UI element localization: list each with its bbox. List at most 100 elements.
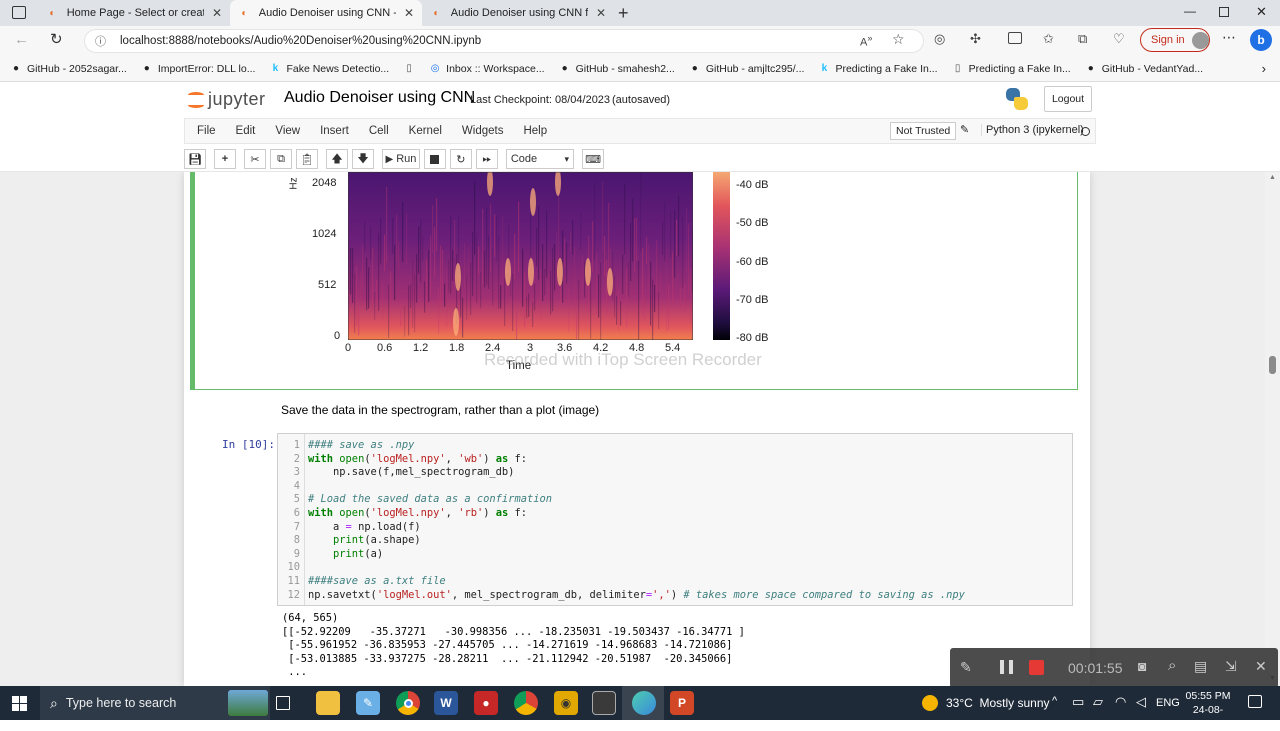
pause-icon[interactable]	[1000, 660, 1013, 674]
minimize-recorder-icon[interactable]: ⇲	[1225, 658, 1237, 675]
stop-record-icon[interactable]	[1029, 660, 1044, 675]
notebook-area: Hz 2048 1024 512 0 0 0.6 1.2 1.8 2.4 3 3…	[0, 172, 1265, 686]
volume-icon[interactable]: ◁	[1136, 694, 1146, 710]
new-tab-icon[interactable]: +	[618, 3, 629, 24]
browser-tab-home[interactable]: ◐ Home Page - Select or create a n ✕	[38, 0, 230, 26]
screenshot-icon[interactable]: ◙	[1138, 658, 1146, 674]
bookmark-item[interactable]: ▯	[403, 63, 415, 75]
keyboard-icon[interactable]: ⌨	[582, 149, 604, 169]
menu-cell[interactable]: Cell	[359, 125, 399, 137]
sign-in-button[interactable]: Sign in	[1140, 28, 1210, 52]
recorder-app-icon[interactable]: ●	[474, 691, 498, 715]
bookmark-item[interactable]: ● GitHub - VedantYad...	[1085, 63, 1203, 75]
word-icon[interactable]: W	[434, 691, 458, 715]
clock[interactable]: 05:55 PM 24-08-2023	[1182, 689, 1234, 731]
url-bar[interactable]: ⓘ localhost:8888/notebooks/Audio%20Denoi…	[84, 29, 924, 53]
back-icon[interactable]: ←	[14, 31, 29, 48]
move-up-icon[interactable]: 🡅	[326, 149, 348, 169]
weather-text[interactable]: 33°C Mostly sunny	[946, 696, 1050, 710]
terminal-icon[interactable]	[592, 691, 616, 715]
favorites-icon[interactable]: ✩	[1043, 31, 1054, 47]
page-scrollbar[interactable]: ▲ ▼	[1265, 172, 1280, 686]
menu-bar: File Edit View Insert Cell Kernel Widget…	[184, 118, 1096, 144]
output-line: [-53.013885 -33.937275 -28.28211 ... -21…	[282, 652, 733, 665]
close-recorder-icon[interactable]: ✕	[1255, 658, 1267, 675]
cut-icon[interactable]: ✂	[244, 149, 266, 169]
menu-help[interactable]: Help	[513, 125, 557, 137]
close-icon[interactable]: ✕	[404, 6, 414, 20]
cell-type-select[interactable]: Code ▾	[505, 149, 574, 169]
more-icon[interactable]: ⋯	[1222, 29, 1236, 46]
favorite-icon[interactable]: ☆	[892, 31, 905, 48]
bookmarks-more-icon[interactable]: ›	[1262, 61, 1266, 76]
collections-icon[interactable]: ⧉	[1078, 31, 1087, 47]
chrome-icon[interactable]	[396, 691, 420, 715]
notification-icon[interactable]	[1248, 695, 1262, 708]
battery-icon[interactable]: ▱	[1093, 694, 1103, 710]
add-cell-icon[interactable]: +	[214, 149, 236, 169]
language-indicator[interactable]: ENG	[1156, 697, 1180, 709]
close-icon[interactable]: ✕	[596, 6, 606, 20]
tab-actions-icon[interactable]	[12, 6, 26, 19]
run-button[interactable]: ▶ Run	[382, 149, 420, 169]
paste-icon[interactable]: 📋︎	[296, 149, 318, 169]
browser-tab-notebook[interactable]: ◐ Audio Denoiser using CNN - Jup ✕	[230, 0, 422, 26]
bookmark-item[interactable]: ▯ Predicting a Fake In...	[952, 63, 1071, 75]
extension-icon[interactable]: ◎	[934, 31, 945, 47]
restart-icon[interactable]: ↻	[449, 149, 472, 169]
notebook-title[interactable]: Audio Denoiser using CNN	[284, 89, 475, 107]
app-icon[interactable]: ◉	[554, 691, 578, 715]
bookmark-item[interactable]: ● ImportError: DLL lo...	[141, 63, 256, 75]
notepad-icon[interactable]: ✎	[356, 691, 380, 715]
bookmark-item[interactable]: k Predicting a Fake In...	[818, 63, 938, 75]
bookmark-item[interactable]: ● GitHub - amjltc295/...	[689, 63, 805, 75]
read-aloud-icon[interactable]: A»	[860, 33, 872, 49]
powerpoint-icon[interactable]: P	[670, 691, 694, 715]
logout-button[interactable]: Logout	[1044, 86, 1092, 112]
window-close-icon[interactable]: ✕	[1256, 4, 1267, 20]
menu-kernel[interactable]: Kernel	[399, 125, 452, 137]
browser-tab-final[interactable]: ◐ Audio Denoiser using CNN final ✕	[422, 0, 614, 26]
code-line: 3 np.save(f,mel_spectrogram_db)	[278, 466, 515, 480]
bing-icon[interactable]: b	[1250, 29, 1272, 51]
task-view-icon[interactable]	[276, 696, 290, 710]
close-icon[interactable]: ✕	[212, 6, 222, 20]
landscape-search-icon	[228, 690, 268, 716]
bookmark-item[interactable]: ● GitHub - smahesh2...	[559, 63, 675, 75]
scrollbar-thumb[interactable]	[1269, 356, 1276, 374]
bookmark-item[interactable]: ◎ Inbox :: Workspace...	[429, 63, 545, 75]
performance-icon[interactable]: ♡	[1113, 31, 1125, 47]
move-down-icon[interactable]: 🡇	[352, 149, 374, 169]
bookmark-item[interactable]: ● GitHub - 2052sagar...	[10, 63, 127, 75]
menu-edit[interactable]: Edit	[226, 125, 266, 137]
stop-icon[interactable]	[423, 149, 446, 169]
save-icon[interactable]: 💾︎	[184, 149, 206, 169]
jupyter-logo[interactable]: jupyter	[188, 88, 266, 110]
puzzle-icon[interactable]: ✣	[970, 31, 981, 47]
scroll-up-icon[interactable]: ▲	[1269, 174, 1276, 181]
menu-view[interactable]: View	[265, 125, 310, 137]
split-screen-icon[interactable]	[1008, 32, 1022, 44]
menu-widgets[interactable]: Widgets	[452, 125, 514, 137]
menu-file[interactable]: File	[187, 125, 226, 137]
refresh-icon[interactable]: ↻	[50, 30, 63, 48]
network-icon[interactable]: ▭	[1072, 694, 1084, 710]
restart-run-all-icon[interactable]: ⏩︎	[475, 149, 498, 169]
code-editor[interactable]: 1 #### save as .npy 2 with open('logMel.npy…	[277, 433, 1073, 606]
bookmark-item[interactable]: k Fake News Detectio...	[269, 63, 389, 75]
maximize-icon[interactable]	[1219, 7, 1229, 17]
menu-insert[interactable]: Insert	[310, 125, 359, 137]
wifi-icon[interactable]: ◠	[1115, 694, 1126, 710]
zoom-icon[interactable]: ⌕	[1168, 657, 1176, 674]
chrome-profile-icon[interactable]	[514, 691, 538, 715]
markdown-cell[interactable]: Save the data in the spectrogram, rather…	[281, 403, 599, 417]
minimize-icon[interactable]: —	[1184, 4, 1196, 18]
not-trusted-button[interactable]: Not Trusted	[890, 122, 957, 140]
edit-pencil-icon[interactable]: ✎	[960, 123, 969, 136]
caption-icon[interactable]: ▤	[1194, 658, 1207, 675]
file-explorer-icon[interactable]	[316, 691, 340, 715]
pen-icon[interactable]: ✎	[960, 659, 972, 676]
windows-start-icon[interactable]	[12, 696, 27, 711]
tray-chevron-icon[interactable]: ^	[1052, 695, 1057, 707]
copy-icon[interactable]: ⧉	[270, 149, 292, 169]
